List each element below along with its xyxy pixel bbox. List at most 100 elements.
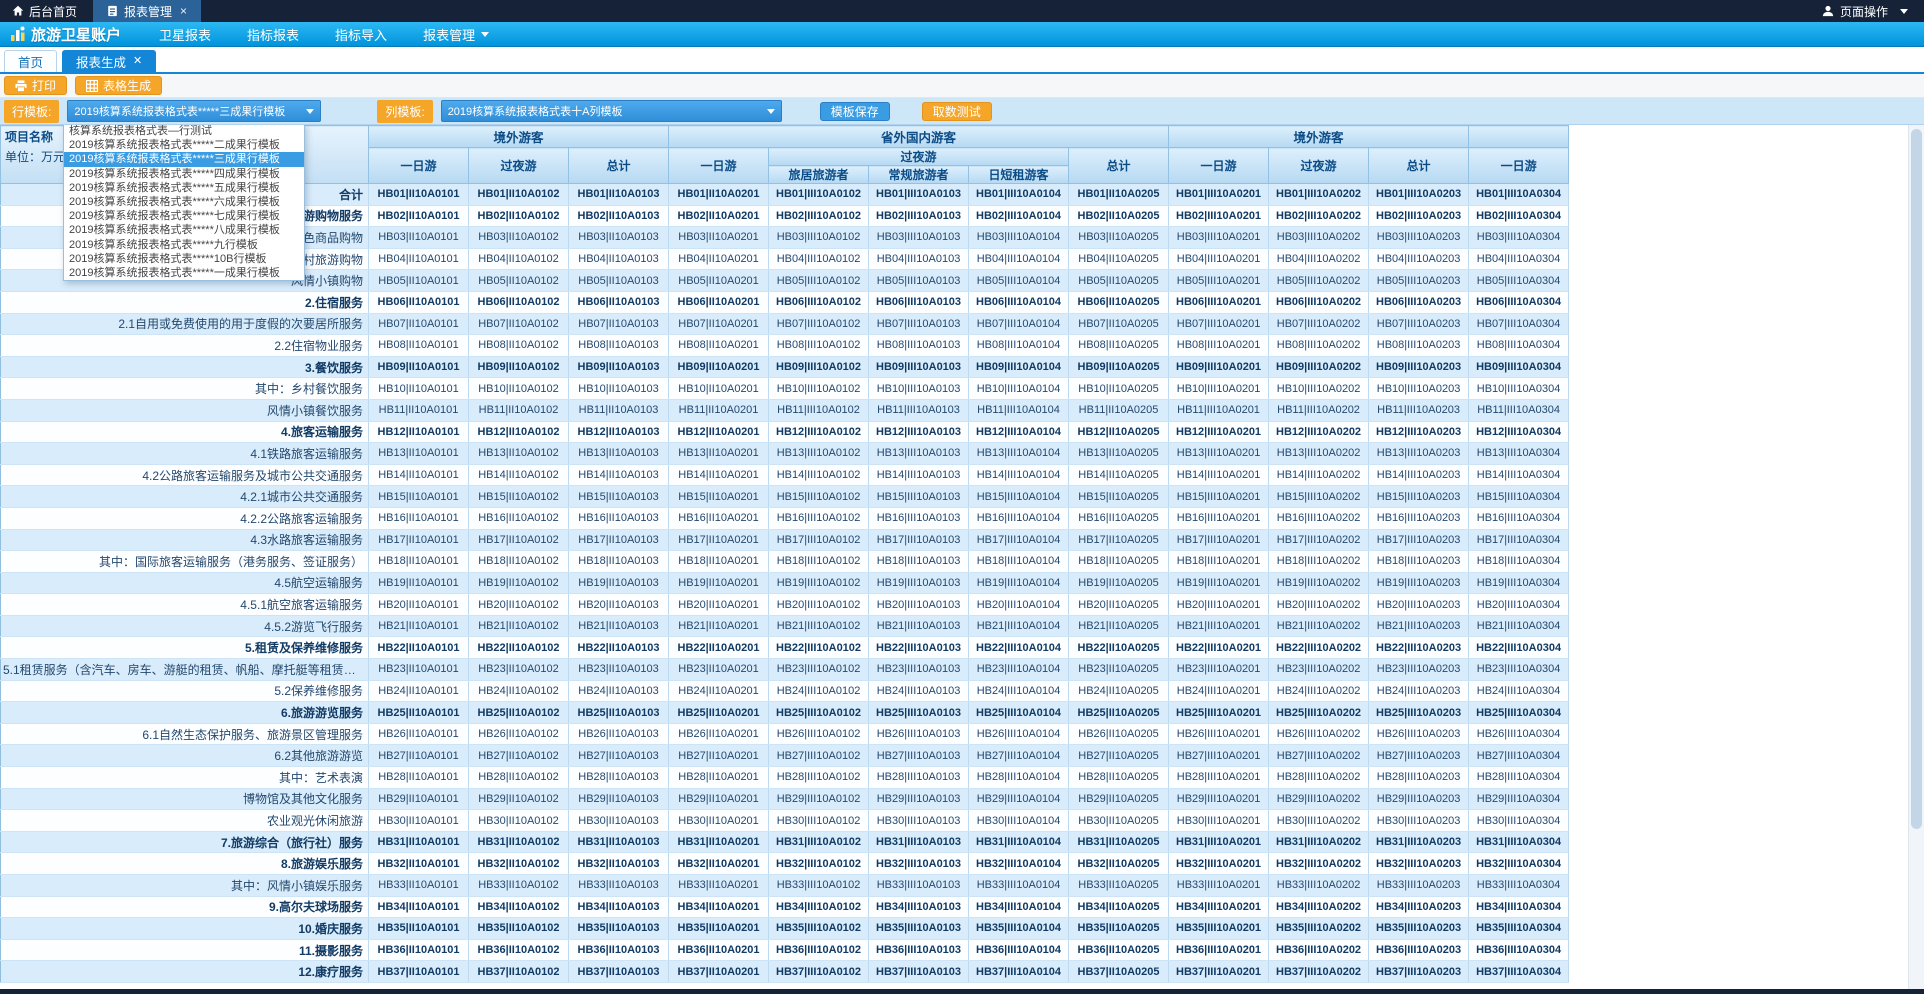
table-row[interactable]: 7.旅游综合（旅行社）服务HB31|II10A0101HB31|II10A010… xyxy=(1,831,1569,853)
table-row[interactable]: 4.2.1城市公共交通服务HB15|II10A0101HB15|II10A010… xyxy=(1,486,1569,508)
menu-item-2[interactable]: 指标报表 xyxy=(229,25,317,44)
table-row[interactable]: 博物馆及其他文化服务HB29|II10A0101HB29|II10A0102HB… xyxy=(1,788,1569,810)
page-operations-menu[interactable]: 页面操作 xyxy=(1806,0,1924,22)
table-row[interactable]: 其中：乡村餐饮服务HB10|II10A0101HB10|II10A0102HB1… xyxy=(1,378,1569,400)
code-cell: HB31|II10A0205 xyxy=(1069,831,1169,853)
table-row[interactable]: 其中：国际旅客运输服务（港务服务、签证服务）HB18|II10A0101HB18… xyxy=(1,551,1569,573)
table-row[interactable]: 3.餐饮服务HB09|II10A0101HB09|II10A0102HB09|I… xyxy=(1,356,1569,378)
tab-home[interactable]: 首页 xyxy=(4,50,57,72)
table-row[interactable]: 4.5航空运输服务HB19|II10A0101HB19|II10A0102HB1… xyxy=(1,572,1569,594)
table-row[interactable]: 风情小镇餐饮服务HB11|II10A0101HB11|II10A0102HB11… xyxy=(1,399,1569,421)
menu-item-3[interactable]: 指标导入 xyxy=(317,25,405,44)
dropdown-option[interactable]: 2019核算系统报表格式表*****10B行模板 xyxy=(64,252,304,266)
code-cell: HB09|III10A0201 xyxy=(1169,356,1269,378)
code-cell: HB30|II10A0103 xyxy=(569,810,669,832)
dropdown-option[interactable]: 核算系统报表格式表—行测试 xyxy=(64,125,304,138)
table-row[interactable]: 6.旅游游览服务HB25|II10A0101HB25|II10A0102HB25… xyxy=(1,702,1569,724)
code-cell: HB07|II10A0205 xyxy=(1069,313,1169,335)
code-cell: HB14|III10A0203 xyxy=(1369,464,1469,486)
dropdown-option[interactable]: 2019核算系统报表格式表*****八成果行模板 xyxy=(64,223,304,237)
code-cell: HB22|III10A0202 xyxy=(1269,637,1369,659)
tab-report-generate[interactable]: 报表生成 ✕ xyxy=(62,50,156,72)
table-row[interactable]: 4.5.2游览飞行服务HB21|II10A0101HB21|II10A0102H… xyxy=(1,615,1569,637)
topbar-tab-report-manage[interactable]: 报表管理 × xyxy=(93,0,201,22)
code-cell: HB34|III10A0304 xyxy=(1469,896,1569,918)
table-row[interactable]: 5.2保养维修服务HB24|II10A0101HB24|II10A0102HB2… xyxy=(1,680,1569,702)
fetch-test-button[interactable]: 取数测试 xyxy=(922,102,992,121)
dropdown-option[interactable]: 2019核算系统报表格式表*****一成果行模板 xyxy=(64,266,304,280)
code-cell: HB16|III10A0102 xyxy=(769,507,869,529)
scrollbar-thumb[interactable] xyxy=(1911,129,1922,829)
dropdown-option[interactable]: 2019核算系统报表格式表*****七成果行模板 xyxy=(64,209,304,223)
close-icon[interactable]: ✕ xyxy=(133,56,142,67)
table-row[interactable]: 6.2其他旅游游览HB27|II10A0101HB27|II10A0102HB2… xyxy=(1,745,1569,767)
table-row[interactable]: 6.1自然生态保护服务、旅游景区管理服务HB26|II10A0101HB26|I… xyxy=(1,723,1569,745)
code-cell: HB06|III10A0201 xyxy=(1169,291,1269,313)
code-cell: HB08|III10A0203 xyxy=(1369,335,1469,357)
code-cell: HB37|II10A0103 xyxy=(569,961,669,983)
code-cell: HB29|III10A0103 xyxy=(869,788,969,810)
print-button[interactable]: 打印 xyxy=(4,76,67,95)
code-cell: HB12|III10A0201 xyxy=(1169,421,1269,443)
code-cell: HB11|III10A0104 xyxy=(969,399,1069,421)
table-row[interactable]: 12.康疗服务HB37|II10A0101HB37|II10A0102HB37|… xyxy=(1,961,1569,983)
code-cell: HB32|II10A0103 xyxy=(569,853,669,875)
table-generate-button[interactable]: 表格生成 xyxy=(75,76,162,95)
dropdown-option[interactable]: 2019核算系统报表格式表*****六成果行模板 xyxy=(64,195,304,209)
code-cell: HB27|III10A0203 xyxy=(1369,745,1469,767)
table-row[interactable]: 其中：风情小镇娱乐服务HB33|II10A0101HB33|II10A0102H… xyxy=(1,875,1569,897)
table-row[interactable]: 其中：艺术表演HB28|II10A0101HB28|II10A0102HB28|… xyxy=(1,767,1569,789)
menu-item-1[interactable]: 卫星报表 xyxy=(141,25,229,44)
code-cell: HB14|III10A0202 xyxy=(1269,464,1369,486)
table-row[interactable]: 11.摄影服务HB36|II10A0101HB36|II10A0102HB36|… xyxy=(1,939,1569,961)
code-cell: HB17|III10A0103 xyxy=(869,529,969,551)
table-row[interactable]: 4.旅客运输服务HB12|II10A0101HB12|II10A0102HB12… xyxy=(1,421,1569,443)
dropdown-option[interactable]: 2019核算系统报表格式表*****二成果行模板 xyxy=(64,138,304,152)
code-cell: HB04|II10A0205 xyxy=(1069,248,1169,270)
code-cell: HB03|II10A0103 xyxy=(569,227,669,249)
table-row[interactable]: 4.1铁路旅客运输服务HB13|II10A0101HB13|II10A0102H… xyxy=(1,443,1569,465)
code-cell: HB10|III10A0103 xyxy=(869,378,969,400)
vertical-scrollbar[interactable] xyxy=(1908,125,1924,994)
dropdown-option[interactable]: 2019核算系统报表格式表*****四成果行模板 xyxy=(64,167,304,181)
topbar-tab-label: 报表管理 xyxy=(124,3,172,20)
table-row[interactable]: 5.租赁及保养维修服务HB22|II10A0101HB22|II10A0102H… xyxy=(1,637,1569,659)
home-nav[interactable]: 后台首页 xyxy=(0,0,89,22)
code-cell: HB27|II10A0102 xyxy=(469,745,569,767)
code-cell: HB25|II10A0205 xyxy=(1069,702,1169,724)
template-save-button[interactable]: 模板保存 xyxy=(820,102,890,121)
table-row[interactable]: 2.住宿服务HB06|II10A0101HB06|II10A0102HB06|I… xyxy=(1,291,1569,313)
table-row[interactable]: 2.1自用或免费使用的用于度假的次要居所服务HB07|II10A0101HB07… xyxy=(1,313,1569,335)
row-label: 5.1租赁服务（含汽车、房车、游艇的租赁、帆船、摩托艇等租赁服务） xyxy=(1,659,369,681)
table-row[interactable]: 9.高尔夫球场服务HB34|II10A0101HB34|II10A0102HB3… xyxy=(1,896,1569,918)
table-row[interactable]: 4.2公路旅客运输服务及城市公共交通服务HB14|II10A0101HB14|I… xyxy=(1,464,1569,486)
column-subheader: 旅居旅游者 xyxy=(769,166,869,184)
table-row[interactable]: 4.2.2公路旅客运输服务HB16|II10A0101HB16|II10A010… xyxy=(1,507,1569,529)
code-cell: HB28|II10A0102 xyxy=(469,767,569,789)
code-cell: HB17|III10A0202 xyxy=(1269,529,1369,551)
table-row[interactable]: 10.婚庆服务HB35|II10A0101HB35|II10A0102HB35|… xyxy=(1,918,1569,940)
row-label: 6.旅游游览服务 xyxy=(1,702,369,724)
dropdown-option[interactable]: 2019核算系统报表格式表*****三成果行模板 xyxy=(64,152,304,166)
code-cell: HB15|III10A0202 xyxy=(1269,486,1369,508)
code-cell: HB18|II10A0201 xyxy=(669,551,769,573)
table-row[interactable]: 8.旅游娱乐服务HB32|II10A0101HB32|II10A0102HB32… xyxy=(1,853,1569,875)
row-template-select[interactable]: 2019核算系统报表格式表*****三成果行模板 xyxy=(67,100,321,122)
code-cell: HB23|III10A0201 xyxy=(1169,659,1269,681)
table-row[interactable]: 4.5.1航空旅客运输服务HB20|II10A0101HB20|II10A010… xyxy=(1,594,1569,616)
table-row[interactable]: 2.2住宿物业服务HB08|II10A0101HB08|II10A0102HB0… xyxy=(1,335,1569,357)
code-cell: HB13|III10A0103 xyxy=(869,443,969,465)
code-cell: HB06|II10A0102 xyxy=(469,291,569,313)
dropdown-option[interactable]: 2019核算系统报表格式表*****九行模板 xyxy=(64,238,304,252)
table-row[interactable]: 4.3水路旅客运输服务HB17|II10A0101HB17|II10A0102H… xyxy=(1,529,1569,551)
chevron-down-icon xyxy=(306,109,314,114)
dropdown-option[interactable]: 2019核算系统报表格式表*****五成果行模板 xyxy=(64,181,304,195)
table-row[interactable]: 农业观光休闲旅游HB30|II10A0101HB30|II10A0102HB30… xyxy=(1,810,1569,832)
row-label: 2.住宿服务 xyxy=(1,291,369,313)
col-template-select[interactable]: 2019核算系统报表格式表十A列模板 xyxy=(441,100,782,122)
table-row[interactable]: 5.1租赁服务（含汽车、房车、游艇的租赁、帆船、摩托艇等租赁服务） HB23|II… xyxy=(1,659,1569,681)
code-cell: HB07|II10A0102 xyxy=(469,313,569,335)
menu-item-4[interactable]: 报表管理 xyxy=(405,25,507,44)
close-icon[interactable]: × xyxy=(180,5,187,17)
code-cell: HB23|II10A0205 xyxy=(1069,659,1169,681)
